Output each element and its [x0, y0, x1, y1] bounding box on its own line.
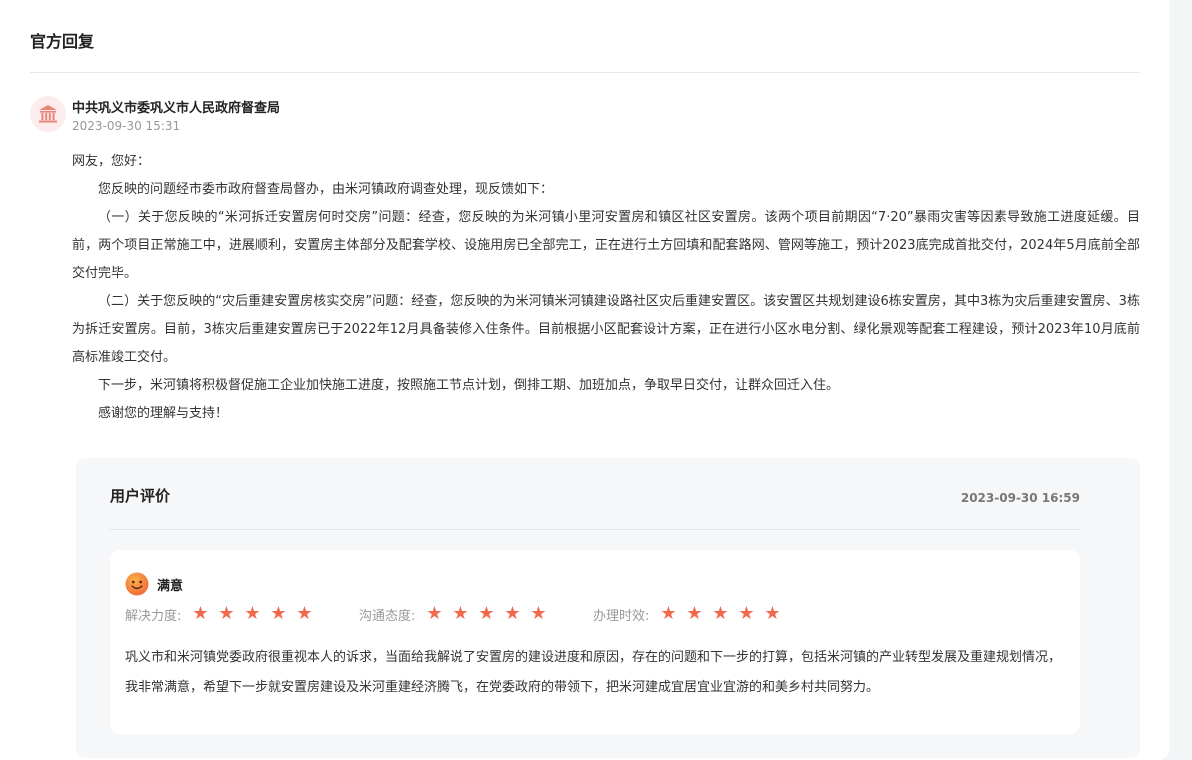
- evaluation-timestamp: 2023-09-30 16:59: [960, 491, 1080, 505]
- reply-timestamp: 2023-09-30 15:31: [72, 119, 181, 133]
- star-icon: ★: [452, 603, 469, 624]
- reply-paragraph: （一）关于您反映的“米河拆迁安置房何时交房”问题：经查，您反映的为米河镇小里河安…: [72, 210, 1140, 281]
- user-evaluation-panel: 用户评价 2023-09-30 16:59 满意 解决力度: ★ ★ ★ ★ ★: [76, 458, 1140, 758]
- star-icon: ★: [738, 603, 755, 624]
- reply-paragraph: 下一步，米河镇将积极督促施工企业加快施工进度，按照施工节点计划，倒排工期、加班加…: [98, 378, 840, 393]
- smile-face-icon: [125, 572, 149, 596]
- department-avatar: [30, 96, 66, 132]
- star-icon: ★: [296, 603, 313, 624]
- reply-paragraph: 您反映的问题经市委市政府督查局督办，由米河镇政府调查处理，现反馈如下：: [98, 182, 554, 197]
- rating-stars: ★ ★ ★ ★ ★: [421, 603, 551, 625]
- rating-timeliness: 办理时效: ★ ★ ★ ★ ★: [593, 603, 785, 625]
- rating-stars: ★ ★ ★ ★ ★: [655, 603, 785, 625]
- official-reply-card: 官方回复 中共巩义市委巩义市人民政府督查局 2023-09-30 15:31 网…: [0, 0, 1169, 760]
- star-icon: ★: [478, 603, 495, 624]
- star-icon: ★: [244, 603, 261, 624]
- rating-resolution: 解决力度: ★ ★ ★ ★ ★: [125, 603, 317, 625]
- rating-label: 解决力度:: [125, 608, 182, 624]
- rating-attitude: 沟通态度: ★ ★ ★ ★ ★: [359, 603, 551, 625]
- evaluation-comment: 巩义市和米河镇党委政府很重视本人的诉求，当面给我解说了安置房的建设进度和原因，存…: [125, 650, 1062, 695]
- star-icon: ★: [270, 603, 287, 624]
- divider: [30, 72, 1140, 73]
- star-icon: ★: [764, 603, 781, 624]
- star-icon: ★: [712, 603, 729, 624]
- department-name: 中共巩义市委巩义市人民政府督查局: [72, 101, 281, 116]
- star-icon: ★: [530, 603, 547, 624]
- divider: [110, 529, 1080, 530]
- reply-paragraph: （二）关于您反映的“灾后重建安置房核实交房”问题：经查，您反映的为米河镇米河镇建…: [72, 294, 1140, 365]
- satisfaction-label: 满意: [157, 579, 184, 594]
- star-icon: ★: [218, 603, 235, 624]
- section-title: 官方回复: [30, 32, 95, 51]
- rating-stars: ★ ★ ★ ★ ★: [187, 603, 317, 625]
- rating-label: 办理时效:: [593, 608, 650, 624]
- star-icon: ★: [686, 603, 703, 624]
- government-building-icon: [39, 105, 57, 123]
- reply-greeting: 网友，您好：: [72, 154, 151, 169]
- reply-body: 网友，您好： 您反映的问题经市委市政府督查局督办，由米河镇政府调查处理，现反馈如…: [72, 148, 1140, 428]
- evaluation-title: 用户评价: [110, 487, 171, 505]
- star-icon: ★: [504, 603, 521, 624]
- star-icon: ★: [660, 603, 677, 624]
- star-icon: ★: [192, 603, 209, 624]
- star-icon: ★: [426, 603, 443, 624]
- reply-closing: 感谢您的理解与支持！: [98, 406, 229, 421]
- evaluation-card: 满意 解决力度: ★ ★ ★ ★ ★ 沟通态度: ★ ★ ★ ★ ★ 办理时效: ★ ★ ★ ★ ★ 巩…: [110, 550, 1080, 734]
- rating-label: 沟通态度:: [359, 608, 416, 624]
